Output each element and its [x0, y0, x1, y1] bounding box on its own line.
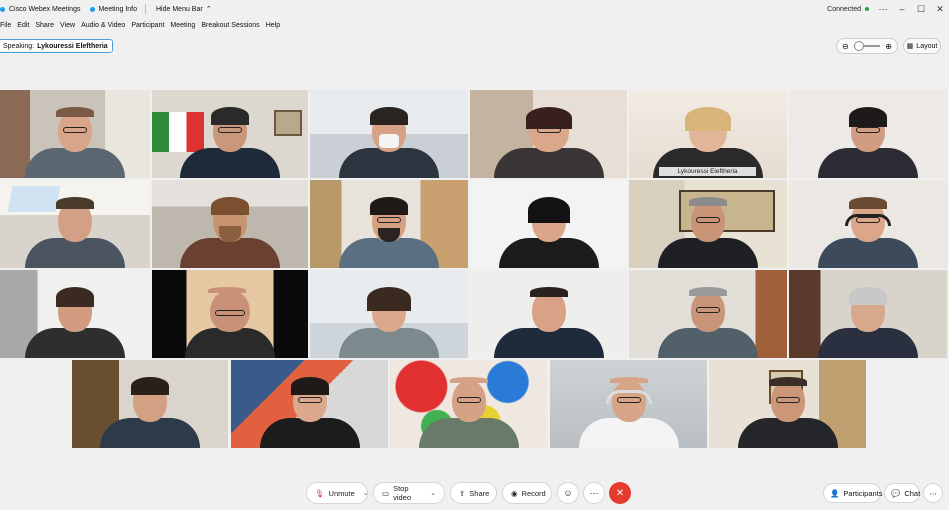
meeting-info-button[interactable]: Meeting Info — [90, 6, 137, 13]
menu-edit[interactable]: Edit — [17, 22, 29, 29]
meeting-controls: 🎙 Unmute ⌄ ▭ Stop video ⌄ ⇪ Share ◉ Reco… — [0, 482, 949, 504]
record-icon: ◉ — [511, 488, 518, 498]
zoom-control[interactable]: ⊖ ⊕ — [836, 38, 898, 54]
video-tile[interactable] — [72, 360, 228, 448]
menu-breakout-sessions[interactable]: Breakout Sessions — [201, 22, 259, 29]
video-tile[interactable] — [310, 180, 468, 268]
window-controls: Connected ⋯ – ☐ ✕ — [827, 0, 945, 18]
app-name: Cisco Webex Meetings — [9, 5, 81, 13]
menu-view[interactable]: View — [60, 22, 75, 29]
video-tile[interactable] — [0, 270, 150, 358]
video-tile[interactable] — [390, 360, 547, 448]
connection-label: Connected — [827, 5, 861, 13]
video-tile-active-speaker[interactable]: Lykouressi Eleftheria — [629, 90, 787, 178]
video-tile[interactable] — [789, 90, 947, 178]
chat-button[interactable]: 💬 Chat — [884, 483, 920, 503]
menu-meeting[interactable]: Meeting — [170, 22, 195, 29]
participants-button[interactable]: 👤 Participants — [823, 483, 883, 503]
menu-participant[interactable]: Participant — [131, 22, 164, 29]
close-icon[interactable]: ✕ — [935, 4, 945, 15]
video-tile[interactable] — [550, 360, 707, 448]
menu-share[interactable]: Share — [35, 22, 54, 29]
menu-help[interactable]: Help — [266, 22, 280, 29]
hide-menu-bar-label: Hide Menu Bar — [156, 5, 203, 13]
stop-video-label: Stop video — [393, 484, 412, 502]
record-button[interactable]: ◉ Record — [502, 482, 552, 504]
zoom-out-icon[interactable]: ⊖ — [842, 42, 849, 51]
minimize-icon[interactable]: – — [897, 4, 907, 14]
participants-label: Participants — [843, 488, 883, 498]
menu-file[interactable]: File — [0, 22, 11, 29]
video-tile[interactable] — [470, 90, 627, 178]
video-tile[interactable] — [310, 270, 468, 358]
reactions-icon[interactable]: ☺ — [557, 482, 579, 504]
video-tile[interactable] — [152, 270, 308, 358]
maximize-icon[interactable]: ☐ — [916, 4, 926, 15]
title-bar: Cisco Webex Meetings Meeting Info Hide M… — [0, 0, 949, 18]
video-tile[interactable] — [310, 90, 468, 178]
video-tile[interactable] — [629, 270, 787, 358]
close-icon: ✕ — [615, 487, 625, 499]
more-icon[interactable]: ⋯ — [878, 4, 888, 15]
share-button[interactable]: ⇪ Share — [450, 482, 497, 504]
app-title: Cisco Webex Meetings — [0, 6, 80, 13]
video-tile[interactable] — [789, 180, 947, 268]
chevron-down-icon[interactable]: ⌄ — [363, 489, 369, 497]
more-panels-icon[interactable]: ⋯ — [923, 483, 943, 503]
menu-audio-video[interactable]: Audio & Video — [81, 22, 125, 29]
meeting-info-label: Meeting Info — [98, 5, 137, 13]
more-options-icon[interactable]: ⋯ — [583, 482, 605, 504]
zoom-in-icon[interactable]: ⊕ — [885, 42, 892, 51]
share-label: Share — [469, 488, 490, 498]
connected-dot-icon — [865, 7, 869, 11]
chevron-down-icon[interactable]: ⌄ — [430, 489, 436, 497]
video-tile[interactable] — [789, 270, 947, 358]
participants-icon: 👤 — [830, 488, 840, 498]
divider — [145, 4, 146, 14]
zoom-slider[interactable] — [854, 41, 880, 51]
grid-icon: ▦ — [906, 43, 914, 50]
video-tile[interactable] — [231, 360, 388, 448]
zoom-slider-handle[interactable] — [854, 41, 864, 51]
video-tile[interactable] — [152, 180, 308, 268]
chat-label: Chat — [904, 488, 921, 498]
menu-bar: File Edit Share View Audio & Video Parti… — [0, 18, 280, 32]
speaking-label: Speaking: — [3, 42, 35, 50]
video-tile[interactable] — [0, 180, 150, 268]
speaking-indicator: Speaking: Lykouressi Eleftheria — [0, 39, 113, 53]
hide-menu-bar-button[interactable]: Hide Menu Bar ⌃ — [156, 5, 212, 14]
video-tile[interactable] — [0, 90, 150, 178]
record-label: Record — [521, 488, 546, 498]
unmute-label: Unmute — [328, 488, 355, 498]
end-meeting-button[interactable]: ✕ — [609, 482, 631, 504]
microphone-muted-icon: 🎙 — [315, 488, 325, 498]
speaking-name: Lykouressi Eleftheria — [37, 42, 108, 50]
video-camera-icon: ▭ — [382, 488, 390, 498]
layout-button[interactable]: ▦ Layout — [903, 38, 941, 54]
video-tile[interactable] — [470, 180, 627, 268]
video-tile[interactable] — [629, 180, 787, 268]
video-tile[interactable] — [709, 360, 866, 448]
info-icon — [90, 6, 96, 12]
stop-video-button[interactable]: ▭ Stop video ⌄ — [373, 482, 445, 504]
share-icon: ⇪ — [459, 488, 466, 498]
layout-label: Layout — [916, 42, 938, 50]
video-tile[interactable] — [470, 270, 627, 358]
unmute-button[interactable]: 🎙 Unmute ⌄ — [306, 482, 369, 504]
chat-icon: 💬 — [891, 488, 901, 498]
connection-status: Connected — [827, 6, 869, 13]
chevron-up-icon: ⌃ — [205, 6, 212, 13]
video-tile[interactable] — [152, 90, 308, 178]
webex-logo-icon — [0, 6, 5, 12]
participant-name-label: Lykouressi Eleftheria — [659, 167, 756, 176]
